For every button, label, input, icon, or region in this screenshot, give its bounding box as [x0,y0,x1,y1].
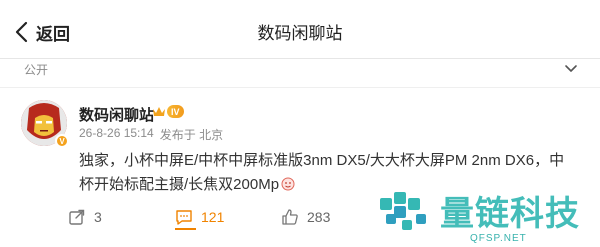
post-timestamp: 26-8-26 15:14 [79,126,154,140]
like-button[interactable]: 283 [281,208,330,226]
comment-count: 121 [201,209,225,225]
crown-icon [153,107,165,116]
level-badge: IV [167,105,184,118]
verified-badge-icon: V [55,134,69,148]
emoji-icon [281,177,295,191]
comment-button[interactable]: 121 [175,208,224,226]
post-source: 发布于 北京 [159,128,224,142]
row-divider [0,87,600,88]
thumbs-up-icon [282,209,298,225]
watermark: 量链科技 QFSP.NET [378,186,598,247]
watermark-logo-icon [380,192,426,230]
repost-icon [69,209,85,225]
watermark-domain: QFSP.NET [470,233,527,244]
post-meta: 26-8-26 15:14 发布于 北京 [79,126,223,143]
repost-button[interactable]: 3 [68,208,102,226]
like-count: 283 [307,209,331,225]
watermark-brand: 量链科技 [440,194,580,234]
chevron-down-icon[interactable] [563,62,579,76]
repost-count: 3 [94,209,102,225]
author-name[interactable]: 数码闲聊站 [79,104,154,125]
active-tab-indicator [175,228,196,230]
visibility-label: 公开 [24,63,49,77]
top-nav-bar: 返回 数码闲聊站 [0,0,600,58]
comment-icon [176,210,192,225]
page-title: 数码闲聊站 [257,24,343,43]
vip-badge: IV [152,104,184,119]
visibility-row[interactable]: 公开 [0,59,600,83]
